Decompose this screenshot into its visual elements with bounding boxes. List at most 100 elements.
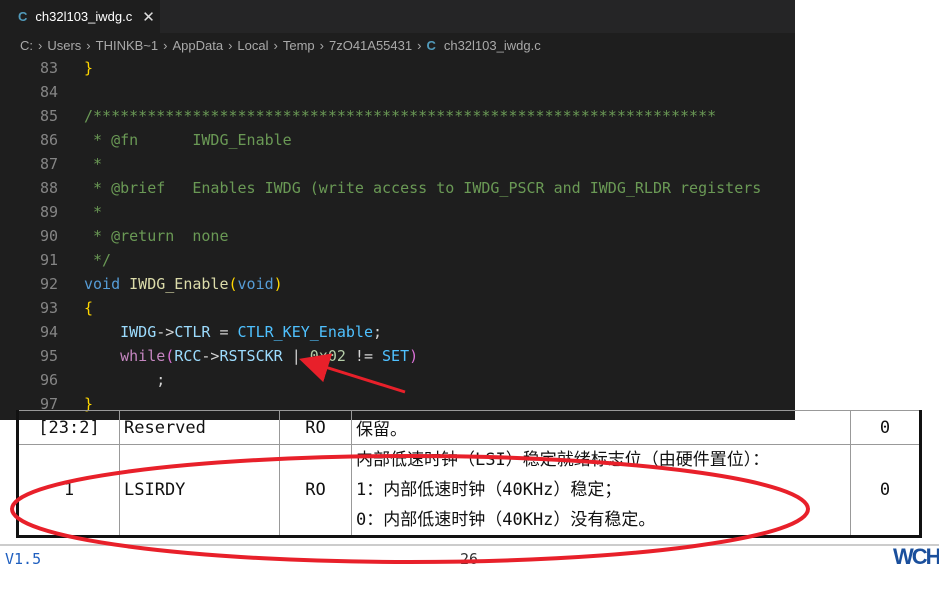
breadcrumb-item[interactable]: 7zO41A55431: [329, 38, 412, 53]
code-token: ->: [156, 323, 175, 341]
line-number: 91: [39, 251, 58, 269]
code-token: |: [282, 347, 310, 365]
line-number: 87: [39, 155, 58, 173]
tab-bar: C ch32l103_iwdg.c ✕: [0, 0, 795, 33]
version-label: V1.5: [5, 550, 42, 568]
code-text: /***************************************…: [58, 104, 716, 128]
c-file-icon: C: [18, 9, 28, 24]
desc-line: 1：内部低速时钟（40KHz）稳定；: [356, 480, 622, 500]
close-icon[interactable]: ✕: [142, 8, 155, 26]
code-token: {: [84, 299, 94, 317]
code-text: IWDG->CTLR = CTLR_KEY_Enable;: [58, 320, 382, 344]
line-number: 86: [39, 131, 58, 149]
page-number: 26: [460, 550, 479, 568]
chevron-right-icon: ›: [273, 37, 278, 53]
code-token: * @brief Enables IWDG (write access to I…: [84, 179, 762, 197]
code-text: void IWDG_Enable(void): [58, 272, 283, 296]
breadcrumb-file[interactable]: ch32l103_iwdg.c: [444, 38, 541, 53]
code-line: 87 *: [0, 152, 795, 176]
breadcrumb-item[interactable]: Users: [47, 38, 81, 53]
code-editor: C ch32l103_iwdg.c ✕ C: › Users › THINKB~1 › Ap…: [0, 0, 795, 420]
line-number: 92: [39, 275, 58, 293]
bits-cell: [23:2]: [17, 410, 120, 445]
tab-ch32l103-iwdg[interactable]: C ch32l103_iwdg.c ✕: [0, 0, 160, 33]
line-number: 95: [39, 347, 58, 365]
code-token: !=: [345, 347, 383, 365]
code-token: ): [409, 347, 419, 365]
breadcrumb-item[interactable]: Local: [237, 38, 268, 53]
code-token: IWDG: [120, 323, 157, 341]
code-line: 84: [0, 80, 795, 104]
code-token: RCC: [174, 347, 202, 365]
access-cell: RO: [279, 410, 352, 445]
code-line: 93 {: [0, 296, 795, 320]
line-number: 88: [39, 179, 58, 197]
breadcrumb-item[interactable]: AppData: [172, 38, 223, 53]
desc-line: 内部低速时钟（LSI）稳定就绪标志位（由硬件置位）：: [356, 450, 770, 470]
code-token: while: [120, 347, 166, 365]
desc-cell: 内部低速时钟（LSI）稳定就绪标志位（由硬件置位）： 1：内部低速时钟（40KH…: [351, 444, 851, 537]
line-number: 85: [39, 107, 58, 125]
code-line: 92 void IWDG_Enable(void): [0, 272, 795, 296]
code-area[interactable]: 83} 84 85 /********************************…: [0, 56, 795, 416]
code-token: * @return none: [84, 227, 229, 245]
breadcrumb-item[interactable]: C:: [20, 38, 33, 53]
code-token: ;: [84, 371, 166, 389]
datasheet-document: [23:2] Reserved RO 保留。 0 1 LSIRDY RO 内部低…: [0, 410, 939, 613]
code-token: (: [228, 275, 238, 293]
breadcrumb: C: › Users › THINKB~1 › AppData › Local › Temp › 7zO…: [0, 33, 795, 57]
reset-cell: 0: [850, 410, 921, 445]
line-number: 84: [39, 83, 58, 101]
code-text: * @return none: [58, 224, 229, 248]
code-token: IWDG_Enable: [129, 275, 229, 293]
code-line: 86 * @fn IWDG_Enable: [0, 128, 795, 152]
code-text: * @brief Enables IWDG (write access to I…: [58, 176, 761, 200]
chevron-right-icon: ›: [86, 37, 91, 53]
code-token: *: [84, 155, 103, 173]
chevron-right-icon: ›: [163, 37, 168, 53]
bits-cell: 1: [17, 444, 120, 537]
code-token: void: [84, 275, 121, 293]
footer-divider: [0, 544, 939, 546]
line-number: 90: [39, 227, 58, 245]
code-token: SET: [382, 347, 410, 365]
code-token: CTLR_KEY_Enable: [237, 323, 373, 341]
access-cell: RO: [279, 444, 352, 537]
desc-line: 0：内部低速时钟（40KHz）没有稳定。: [356, 510, 656, 530]
code-token: /***************************************…: [84, 107, 717, 125]
code-text: }: [58, 56, 93, 80]
code-line: 96 ;: [0, 368, 795, 392]
code-line: 95 while(RCC->RSTSCKR | 0x02 != SET): [0, 344, 795, 368]
line-number: 94: [39, 323, 58, 341]
code-token: ): [273, 275, 283, 293]
table-row: [23:2] Reserved RO 保留。 0: [17, 410, 921, 445]
code-text: *: [58, 152, 102, 176]
desc-cell: 保留。: [351, 410, 851, 445]
chevron-right-icon: ›: [417, 37, 422, 53]
breadcrumb-item[interactable]: Temp: [283, 38, 315, 53]
code-text: * @fn IWDG_Enable: [58, 128, 292, 152]
line-number: 93: [39, 299, 58, 317]
code-token: ->: [201, 347, 220, 365]
line-number: 89: [39, 203, 58, 221]
code-token: */: [84, 251, 112, 269]
code-token: RSTSCKR: [219, 347, 283, 365]
code-token: }: [84, 59, 94, 77]
code-line: 83}: [0, 56, 795, 80]
register-table: [23:2] Reserved RO 保留。 0 1 LSIRDY RO 内部低…: [16, 410, 922, 538]
chevron-right-icon: ›: [38, 37, 43, 53]
wch-logo: WCH: [893, 544, 939, 569]
code-line: 88 * @brief Enables IWDG (write access t…: [0, 176, 795, 200]
code-token: * @fn IWDG_Enable: [84, 131, 292, 149]
code-text: while(RCC->RSTSCKR | 0x02 != SET): [58, 344, 418, 368]
breadcrumb-item[interactable]: THINKB~1: [96, 38, 159, 53]
chevron-right-icon: ›: [228, 37, 233, 53]
code-token: 0x02: [309, 347, 346, 365]
code-line: 94 IWDG->CTLR = CTLR_KEY_Enable;: [0, 320, 795, 344]
code-token: =: [210, 323, 238, 341]
code-token: void: [237, 275, 274, 293]
